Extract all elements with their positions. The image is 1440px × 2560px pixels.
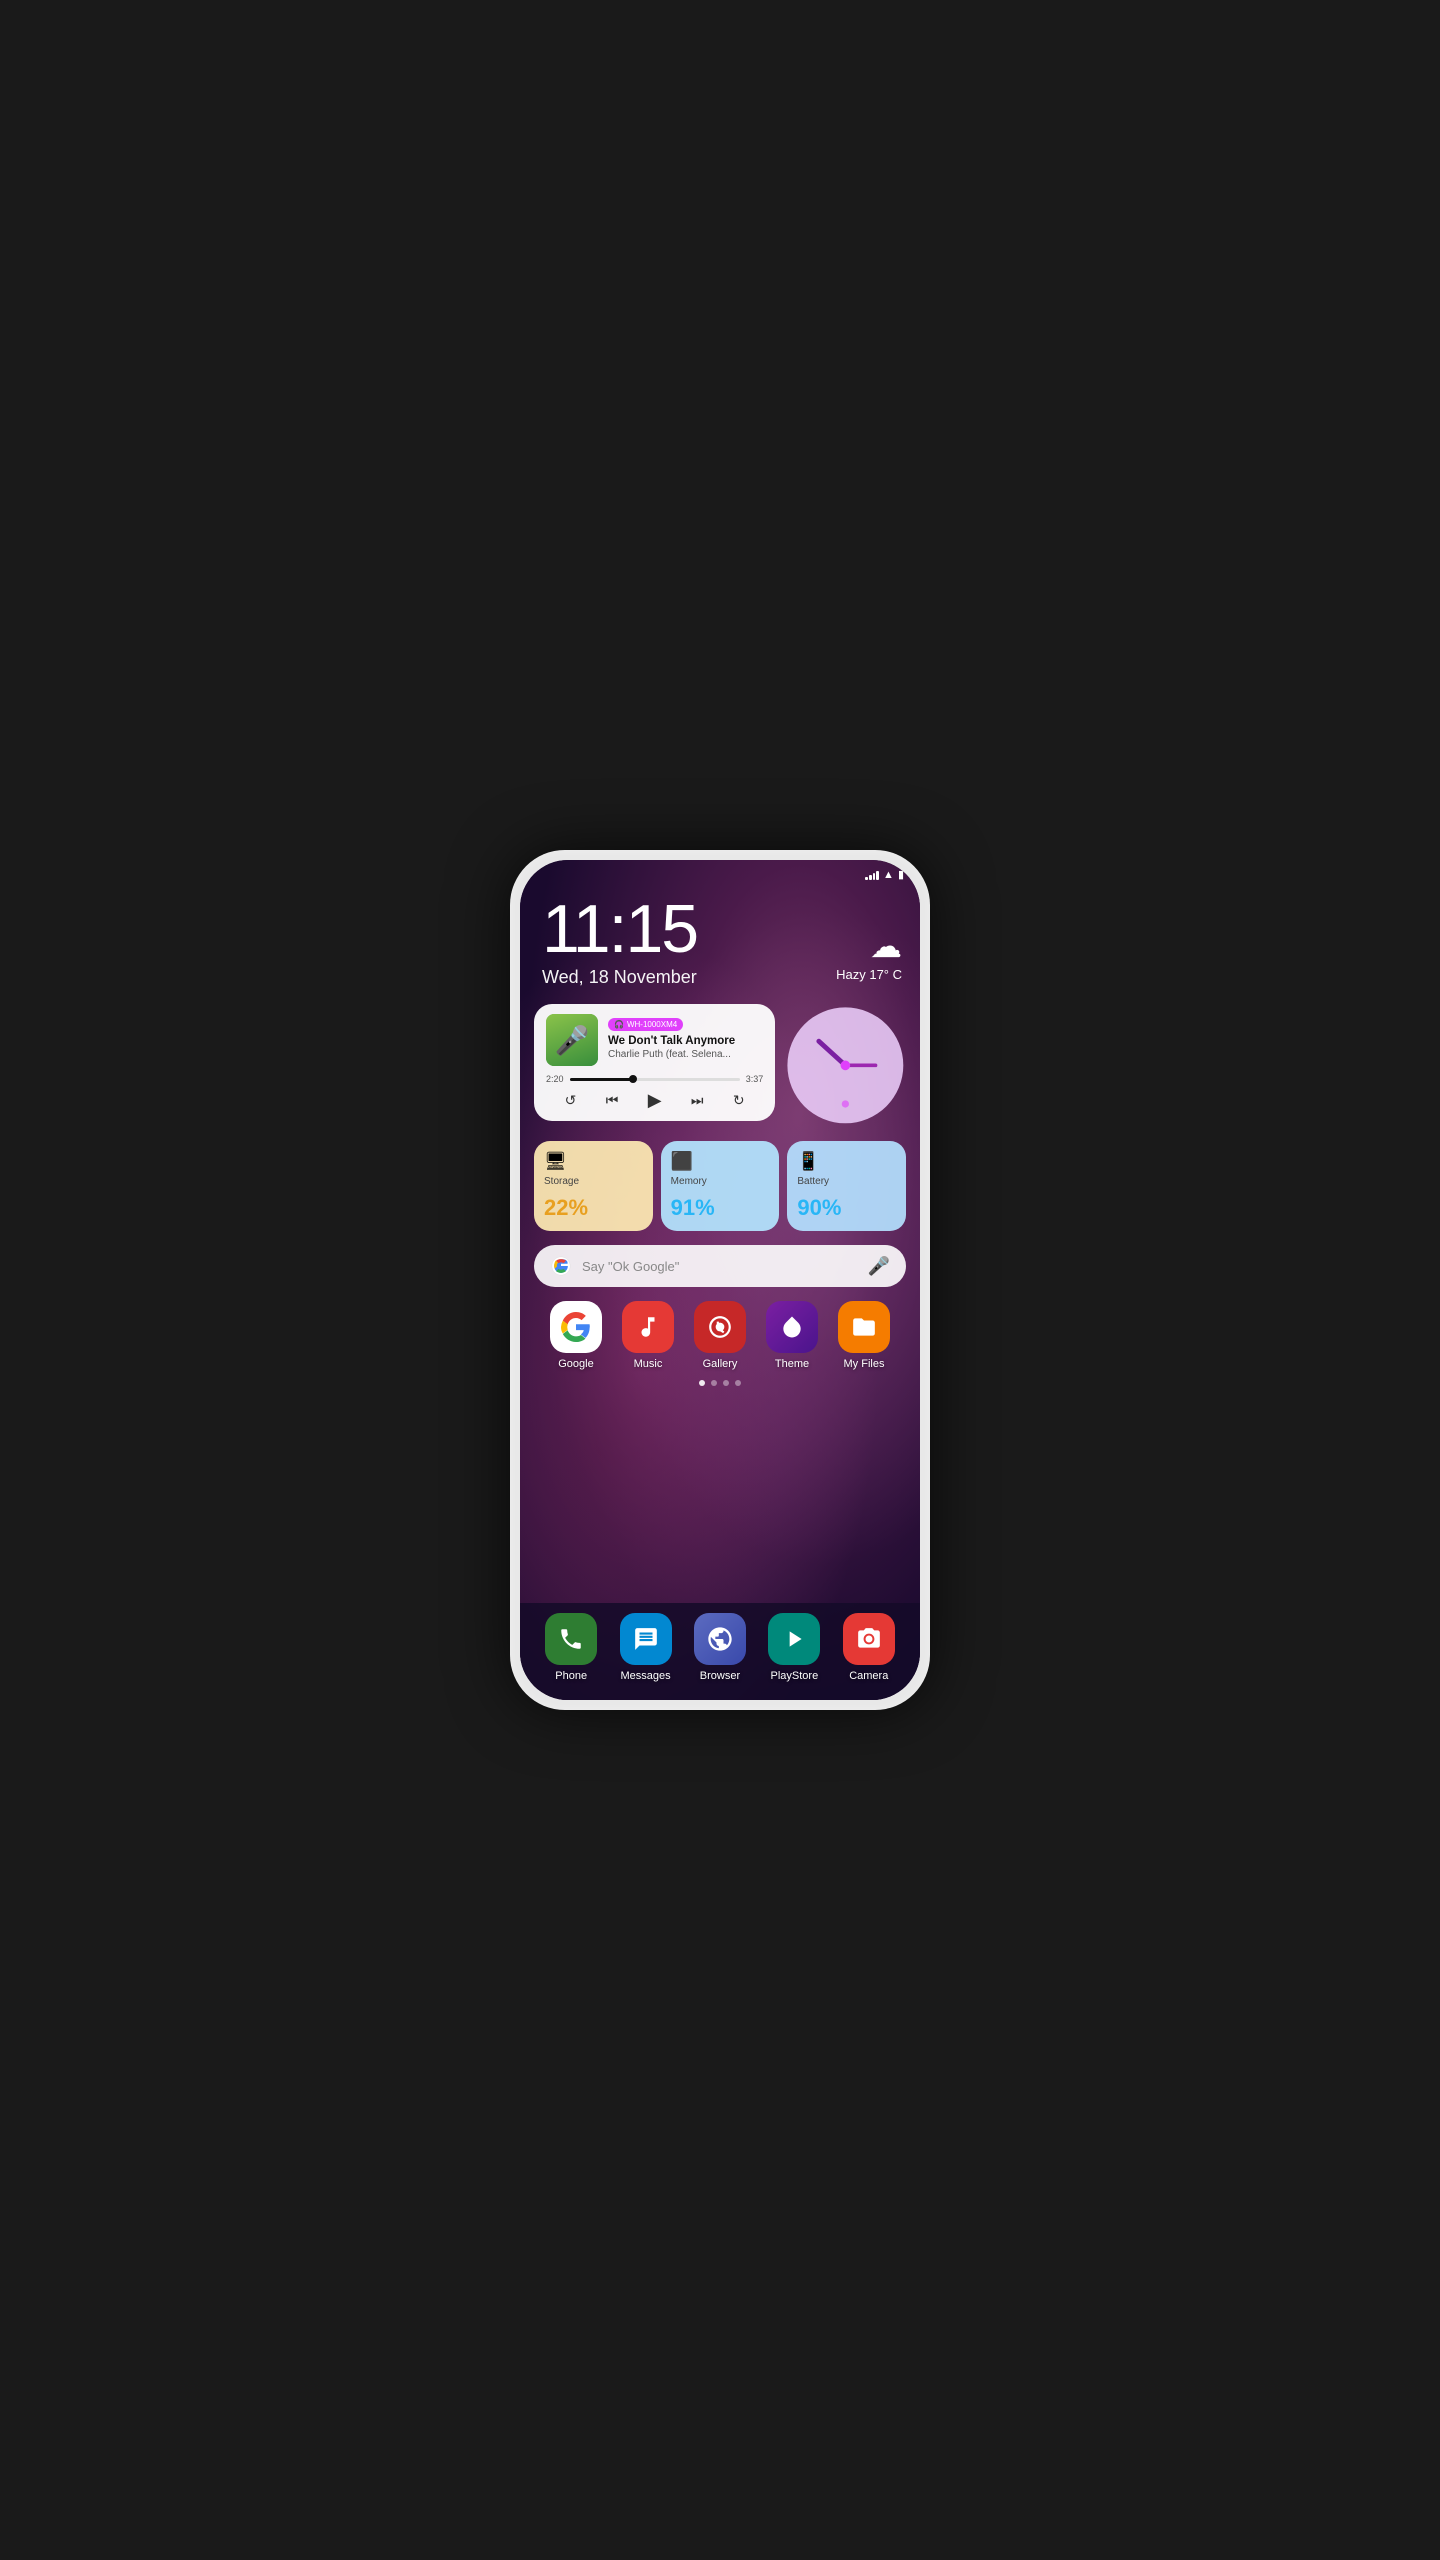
- storage-icon: 🖥: [544, 1151, 643, 1172]
- time-total: 3:37: [746, 1074, 764, 1084]
- music-controls: ↺ ⏮ ▶ ⏭ ↻: [546, 1090, 763, 1111]
- wifi-icon: ▲: [883, 869, 894, 881]
- battery-label: Battery: [797, 1176, 896, 1187]
- files-app-icon: [838, 1301, 890, 1353]
- storage-label: Storage: [544, 1176, 643, 1187]
- app-music[interactable]: Music: [622, 1301, 674, 1370]
- dock: Phone Messages Browser: [520, 1603, 920, 1700]
- playstore-icon-svg: [781, 1626, 807, 1652]
- play-icon[interactable]: ▶: [648, 1090, 662, 1111]
- album-figure: 🎤: [555, 1024, 590, 1057]
- next-icon[interactable]: ⏭: [691, 1092, 704, 1109]
- mic-icon[interactable]: 🎤: [868, 1256, 890, 1277]
- messages-dock-label: Messages: [621, 1670, 671, 1682]
- browser-dock-icon: [694, 1613, 746, 1665]
- camera-dock-icon: [843, 1613, 895, 1665]
- phone-device: ▲ ▮ 11:15 Wed, 18 November ☁ Hazy 17° C: [510, 850, 930, 1710]
- browser-icon-svg: [706, 1625, 734, 1653]
- playstore-dock-icon: [768, 1613, 820, 1665]
- signal-icon: [865, 870, 879, 880]
- page-dot-4: [735, 1380, 741, 1386]
- google-icon-svg: [561, 1312, 591, 1342]
- music-top-row: 🎤 🎧 WH-1000XM4 We Don't Talk Anymore Cha…: [546, 1014, 763, 1066]
- battery-widget-icon: 📱: [797, 1151, 896, 1172]
- theme-icon-svg: [779, 1314, 805, 1340]
- app-google[interactable]: Google: [550, 1301, 602, 1370]
- dock-camera[interactable]: Camera: [843, 1613, 895, 1682]
- weather-icon: ☁: [836, 927, 902, 965]
- phone-dock-label: Phone: [555, 1670, 587, 1682]
- album-art: 🎤: [546, 1014, 598, 1066]
- music-app-label: Music: [634, 1358, 663, 1370]
- battery-status-icon: ▮: [898, 868, 904, 881]
- storage-value: 22%: [544, 1195, 643, 1221]
- rewind-icon[interactable]: ↺: [565, 1092, 577, 1109]
- status-bar: ▲ ▮: [520, 860, 920, 885]
- memory-widget[interactable]: ⬛ Memory 91%: [661, 1141, 780, 1231]
- page-dots: [534, 1378, 906, 1394]
- phone-dock-icon: [545, 1613, 597, 1665]
- camera-dock-label: Camera: [849, 1670, 888, 1682]
- dock-phone[interactable]: Phone: [545, 1613, 597, 1682]
- dock-playstore[interactable]: PlayStore: [768, 1613, 820, 1682]
- search-placeholder[interactable]: Say "Ok Google": [582, 1259, 858, 1274]
- files-icon-svg: [851, 1314, 877, 1340]
- memory-value: 91%: [671, 1195, 770, 1221]
- playstore-dock-label: PlayStore: [771, 1670, 819, 1682]
- forward-icon[interactable]: ↻: [733, 1092, 745, 1109]
- messages-dock-icon: [620, 1613, 672, 1665]
- messages-icon-svg: [633, 1626, 659, 1652]
- phone-icon-svg: [558, 1626, 584, 1652]
- music-app-icon: [622, 1301, 674, 1353]
- music-icon-svg: [635, 1314, 661, 1340]
- music-title: We Don't Talk Anymore: [608, 1034, 763, 1049]
- dock-messages[interactable]: Messages: [620, 1613, 672, 1682]
- dock-browser[interactable]: Browser: [694, 1613, 746, 1682]
- phone-screen: ▲ ▮ 11:15 Wed, 18 November ☁ Hazy 17° C: [520, 860, 920, 1700]
- memory-icon: ⬛: [671, 1151, 770, 1172]
- camera-icon-svg: [856, 1626, 882, 1652]
- browser-dock-label: Browser: [700, 1670, 740, 1682]
- google-app-icon: [550, 1301, 602, 1353]
- analog-clock-widget: [785, 1004, 906, 1131]
- progress-thumb: [629, 1075, 637, 1083]
- page-dot-1: [699, 1380, 705, 1386]
- files-app-label: My Files: [844, 1358, 885, 1370]
- app-files[interactable]: My Files: [838, 1301, 890, 1370]
- app-gallery[interactable]: Gallery: [694, 1301, 746, 1370]
- battery-widget[interactable]: 📱 Battery 90%: [787, 1141, 906, 1231]
- device-badge: 🎧 WH-1000XM4: [608, 1018, 683, 1031]
- gallery-app-icon: [694, 1301, 746, 1353]
- music-progress: 2:20 3:37: [546, 1074, 763, 1084]
- prev-icon[interactable]: ⏮: [606, 1092, 619, 1109]
- search-bar[interactable]: Say "Ok Google" 🎤: [534, 1245, 906, 1287]
- memory-label: Memory: [671, 1176, 770, 1187]
- analog-clock-svg: [785, 1005, 906, 1126]
- progress-bar[interactable]: [570, 1078, 740, 1081]
- google-app-label: Google: [558, 1358, 593, 1370]
- gallery-app-label: Gallery: [703, 1358, 738, 1370]
- storage-widget[interactable]: 🖥 Storage 22%: [534, 1141, 653, 1231]
- app-theme[interactable]: Theme: [766, 1301, 818, 1370]
- google-search-logo: [550, 1255, 572, 1277]
- headphone-icon: 🎧: [614, 1020, 624, 1029]
- battery-value: 90%: [797, 1195, 896, 1221]
- page-dot-2: [711, 1380, 717, 1386]
- app-grid: Google Music: [534, 1287, 906, 1378]
- weather-text: Hazy 17° C: [836, 967, 902, 982]
- status-icons: ▲ ▮: [865, 868, 904, 881]
- weather-widget: ☁ Hazy 17° C: [836, 927, 902, 982]
- music-info: 🎧 WH-1000XM4 We Don't Talk Anymore Charl…: [608, 1014, 763, 1060]
- progress-fill: [570, 1078, 633, 1081]
- theme-app-icon: [766, 1301, 818, 1353]
- content-area: 🎤 🎧 WH-1000XM4 We Don't Talk Anymore Cha…: [520, 994, 920, 1394]
- music-widget[interactable]: 🎤 🎧 WH-1000XM4 We Don't Talk Anymore Cha…: [534, 1004, 775, 1121]
- stats-row: 🖥 Storage 22% ⬛ Memory 91% 📱 Battery 90%: [534, 1141, 906, 1231]
- time-current: 2:20: [546, 1074, 564, 1084]
- page-dot-3: [723, 1380, 729, 1386]
- gallery-icon-svg: [707, 1314, 733, 1340]
- theme-app-label: Theme: [775, 1358, 809, 1370]
- music-artist: Charlie Puth (feat. Selena...: [608, 1049, 763, 1060]
